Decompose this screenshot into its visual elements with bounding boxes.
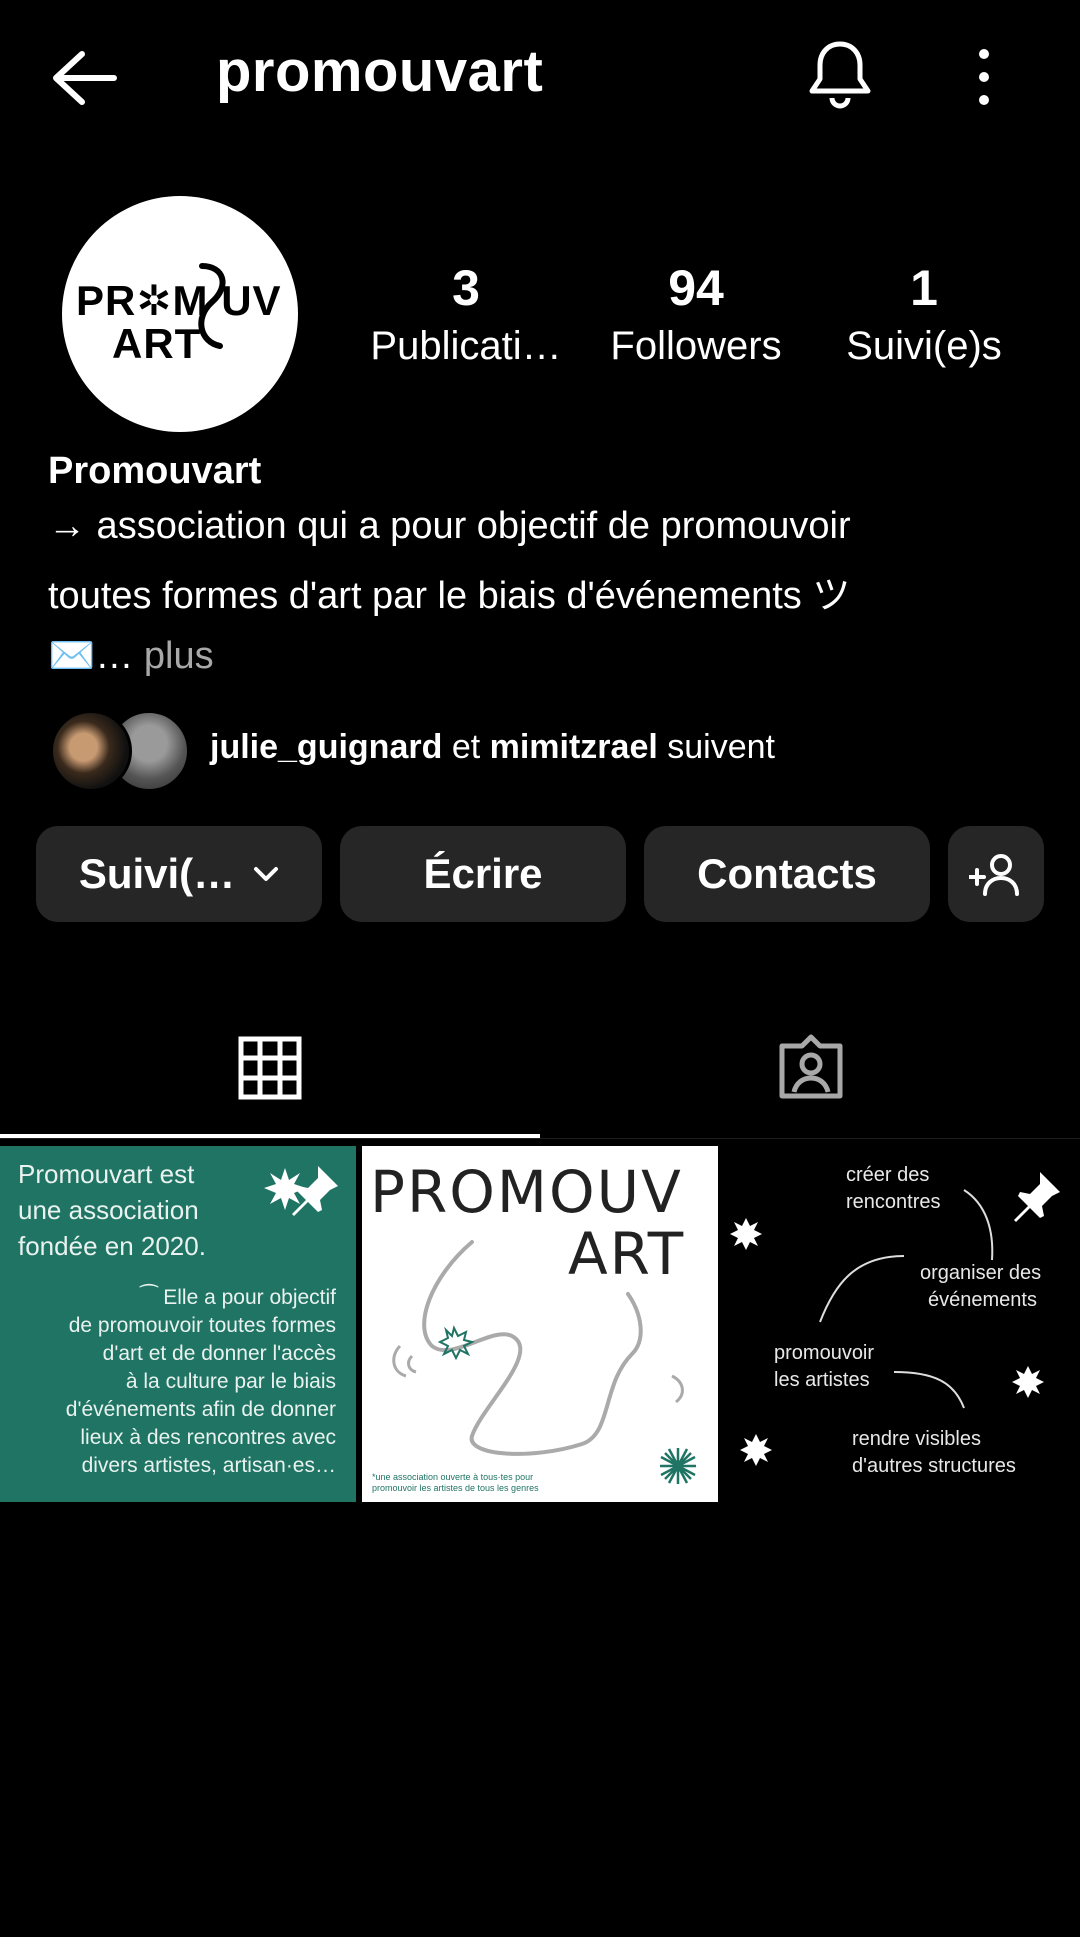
post2-footnote-line: promouvoir les artistes de tous les genr… (372, 1483, 539, 1493)
post1-body-line: d'événements afin de donner (65, 1398, 336, 1421)
stat-following-value: 1 (910, 260, 938, 316)
avatar-logo-line1: PR✲M UV (76, 277, 282, 324)
post1-body-line: d'art et de donner l'accès (102, 1342, 336, 1365)
bio-line-3-prefix: ✉️… (48, 635, 134, 677)
pin-icon (1014, 1172, 1060, 1222)
more-vertical-icon[interactable] (960, 44, 1008, 110)
message-button[interactable]: Écrire (340, 826, 626, 922)
message-button-label: Écrire (423, 850, 543, 897)
add-person-icon (969, 854, 1019, 896)
tab-tagged[interactable] (540, 1018, 1080, 1138)
post-tile-2[interactable]: PROMOUV ART *une association ouverte à t… (362, 1146, 718, 1502)
post1-heading-line: Promouvart est (18, 1159, 195, 1189)
post2-title-line1: PROMOUV (370, 1158, 683, 1226)
post2-footnote: *une association ouverte à tous·tes pour… (372, 1472, 539, 1494)
mutual-connector: et (451, 728, 481, 766)
bio-display-name: Promouvart (48, 450, 262, 492)
post1-heading-line: fondée en 2020. (18, 1231, 206, 1261)
post-tile-3[interactable]: créer des rencontres organiser des événe… (724, 1146, 1080, 1502)
stat-followers[interactable]: 94 Followers (596, 258, 796, 374)
post1-heading: Promouvart est une association fondée en… (18, 1156, 206, 1264)
post2-line-drawing (392, 1240, 684, 1456)
stat-following[interactable]: 1 Suivi(e)s (824, 258, 1024, 374)
stat-followers-label: Followers (610, 324, 782, 368)
bell-icon[interactable] (804, 38, 876, 114)
logo-squiggle-icon (198, 263, 226, 349)
tab-grid[interactable] (0, 1018, 540, 1138)
top-bar: promouvart (0, 0, 1080, 150)
post1-body-line: divers artistes, artisan·es… (81, 1454, 336, 1477)
stat-posts-label: Publicati… (370, 324, 562, 368)
contacts-button-label: Contacts (697, 850, 877, 897)
mutual-suffix: suivent (667, 728, 775, 766)
bio-more-link[interactable]: plus (144, 635, 214, 677)
follower-avatar-1 (50, 710, 132, 792)
tab-divider (0, 1138, 1080, 1139)
post1-body: ⁀ Elle a pour objectif de promouvoir tou… (66, 1284, 336, 1480)
post2-footnote-line: *une association ouverte à tous·tes pour (372, 1472, 534, 1482)
stat-followers-value: 94 (668, 260, 724, 316)
mutual-followers[interactable]: julie_guignard et mimitzrael suivent (210, 728, 775, 767)
grid-icon (238, 1036, 302, 1100)
bio-line-2: toutes formes d'art par le biais d'événe… (48, 575, 851, 617)
chevron-down-icon (254, 867, 279, 881)
profile-username: promouvart (216, 39, 544, 104)
green-starburst-icon (660, 1448, 696, 1484)
stat-posts[interactable]: 3 Publicati… (366, 258, 566, 374)
post1-body-line: de promouvoir toutes formes (68, 1314, 336, 1337)
post1-heading-line: une association (18, 1195, 199, 1225)
contacts-button[interactable]: Contacts (644, 826, 930, 922)
bio-line-3[interactable]: ✉️… plus (48, 632, 214, 680)
post1-body-line: ⁀ Elle a pour objectif (140, 1286, 336, 1309)
stat-posts-value: 3 (452, 260, 480, 316)
avatar-logo-line2: ART (112, 320, 202, 367)
mutual-user-2[interactable]: mimitzrael (490, 728, 658, 766)
mutual-user-1[interactable]: julie_guignard (210, 728, 442, 766)
tagged-person-icon (779, 1034, 843, 1099)
post-tile-1[interactable]: Promouvart est une association fondée en… (0, 1146, 356, 1502)
suggest-users-button[interactable] (948, 826, 1044, 922)
bio-line-1: → association qui a pour objectif de pro… (48, 505, 851, 547)
profile-avatar[interactable]: PR✲M UV ART (62, 196, 298, 432)
stat-following-label: Suivi(e)s (846, 324, 1002, 368)
pin-icon (292, 1166, 338, 1216)
post1-body-line: à la culture par le biais (125, 1370, 336, 1393)
following-button[interactable]: Suivi(… (36, 826, 322, 922)
back-arrow-icon[interactable] (48, 48, 120, 108)
following-button-label: Suivi(… (78, 850, 236, 897)
post1-body-line: lieux à des rencontres avec (80, 1426, 336, 1449)
